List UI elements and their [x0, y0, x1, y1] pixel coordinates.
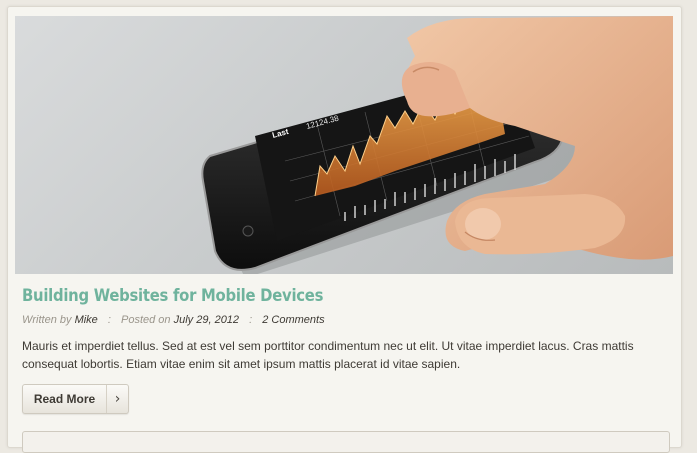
chevron-right-icon: ›: [114, 391, 121, 407]
post-comments-link[interactable]: 2 Comments: [262, 314, 324, 326]
written-by-label: Written by: [22, 314, 72, 326]
meta-separator: :: [249, 314, 253, 326]
read-more-label: Read More: [33, 392, 96, 406]
post-meta: Written by Mike : Posted on July 29, 201…: [22, 314, 325, 326]
post-card: Last 12124.38 Building Websites for Mobi…: [7, 6, 682, 453]
next-post-box: [22, 431, 670, 453]
post-featured-image[interactable]: Last 12124.38: [15, 16, 673, 274]
post-excerpt: Mauris et imperdiet tellus. Sed at est v…: [22, 339, 634, 371]
post-date: July 29, 2012: [173, 314, 240, 326]
meta-separator: :: [107, 314, 111, 326]
posted-on-label: Posted on: [121, 314, 171, 326]
post-author[interactable]: Mike: [75, 314, 98, 326]
read-more-button[interactable]: Read More ›: [22, 384, 129, 414]
post-title[interactable]: Building Websites for Mobile Devices: [22, 286, 323, 305]
